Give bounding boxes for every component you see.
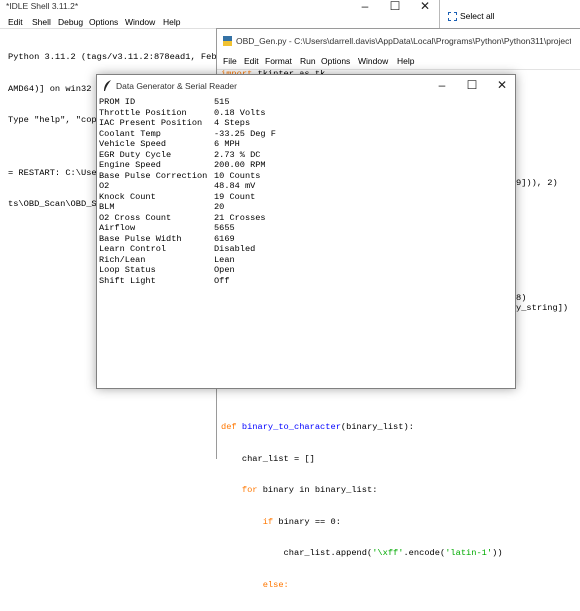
row-label: Rich/Lean — [99, 254, 146, 265]
row-value: Open — [214, 265, 235, 275]
minimize-button[interactable]: – — [350, 0, 380, 14]
menu-shell[interactable]: Shell — [32, 17, 51, 27]
row-value: 4 Steps — [214, 118, 251, 128]
row-value: Lean — [214, 254, 235, 265]
row-label: PROM ID — [99, 97, 136, 107]
select-all-icon — [448, 12, 457, 21]
code-fragment: 8) — [516, 293, 527, 303]
row-label: Knock Count — [99, 191, 156, 202]
row-label: Airflow — [99, 223, 136, 233]
menu-run[interactable]: Run — [300, 56, 316, 66]
close-button[interactable]: ✕ — [410, 0, 440, 14]
dialog-close-button[interactable]: ✕ — [487, 75, 517, 97]
dialog-minimize-button[interactable]: – — [427, 75, 457, 97]
menu-window[interactable]: Window — [125, 17, 155, 27]
row-label: BLM — [99, 202, 115, 212]
row-value: 19 Count — [214, 191, 256, 202]
idle-title: *IDLE Shell 3.11.2* — [6, 1, 79, 11]
python-file-icon — [223, 36, 232, 46]
row-value: 6169 — [214, 233, 235, 244]
ribbon-fragment: Select all — [440, 0, 580, 29]
row-value: 2.73 % DC — [214, 149, 261, 160]
row-value: -33.25 Deg F — [214, 128, 276, 139]
select-all-button[interactable]: Select all — [446, 11, 580, 25]
row-value: Disabled — [214, 244, 256, 254]
select-all-label: Select all — [460, 11, 495, 21]
row-label: Vehicle Speed — [99, 139, 167, 149]
menu-format[interactable]: Format — [265, 56, 292, 66]
menu-options[interactable]: Options — [321, 56, 350, 66]
row-label: IAC Present Position — [99, 118, 203, 128]
menu-edit[interactable]: Edit — [244, 56, 259, 66]
shell-line: Python 3.11.2 (tags/v3.11.2:878ead1, Feb — [8, 52, 217, 62]
row-value: 48.84 mV — [214, 181, 256, 191]
row-label: EGR Duty Cycle — [99, 149, 172, 160]
row-value: 6 MPH — [214, 139, 240, 149]
row-value: 10 Counts — [214, 170, 261, 181]
row-label: O2 — [99, 181, 110, 191]
menu-options[interactable]: Options — [89, 17, 118, 27]
menu-file[interactable]: File — [223, 56, 237, 66]
editor-menubar: File Edit Format Run Options Window Help — [217, 53, 580, 69]
data-generator-dialog: Data Generator & Serial Reader – ☐ ✕ PRO… — [96, 74, 516, 389]
code-block: def binary_to_character(binary_list): ch… — [221, 422, 503, 590]
row-label: O2 Cross Count — [99, 212, 172, 223]
row-label: Engine Speed — [99, 160, 161, 170]
row-value: 0.18 Volts — [214, 107, 266, 118]
row-value: 5655 — [214, 223, 235, 233]
row-label: Coolant Temp — [99, 128, 161, 139]
dialog-client-area: PROM ID 515 Throttle Position 0.18 Volts I… — [97, 97, 515, 388]
row-label: Shift Light — [99, 275, 156, 286]
maximize-button[interactable]: ☐ — [380, 0, 410, 14]
editor-titlebar: OBD_Gen.py - C:\Users\darrell.davis\AppD… — [217, 29, 580, 55]
row-label: Throttle Position — [99, 107, 187, 118]
idle-titlebar: *IDLE Shell 3.11.2* – ☐ ✕ — [0, 0, 439, 14]
code-fragment: 9])), 2) — [516, 178, 558, 188]
menu-edit[interactable]: Edit — [8, 17, 23, 27]
feather-icon — [103, 80, 112, 92]
row-value: 515 — [214, 97, 230, 107]
menu-debug[interactable]: Debug — [58, 17, 83, 27]
row-value: Off — [214, 275, 230, 286]
menu-help[interactable]: Help — [397, 56, 414, 66]
menu-help[interactable]: Help — [163, 17, 180, 27]
dialog-titlebar: Data Generator & Serial Reader – ☐ ✕ — [97, 75, 515, 97]
dialog-title: Data Generator & Serial Reader — [116, 81, 237, 91]
row-label: Learn Control — [99, 244, 167, 254]
row-value: 200.00 RPM — [214, 160, 266, 170]
row-value: 20 — [214, 202, 225, 212]
editor-title: OBD_Gen.py - C:\Users\darrell.davis\AppD… — [236, 36, 571, 46]
row-label: Loop Status — [99, 265, 156, 275]
code-fragment: y_string]) — [516, 303, 569, 313]
row-label: Base Pulse Correction — [99, 170, 208, 181]
row-label: Base Pulse Width — [99, 233, 182, 244]
row-value: 21 Crosses — [214, 212, 266, 223]
menu-window[interactable]: Window — [358, 56, 388, 66]
dialog-maximize-button[interactable]: ☐ — [457, 75, 487, 97]
